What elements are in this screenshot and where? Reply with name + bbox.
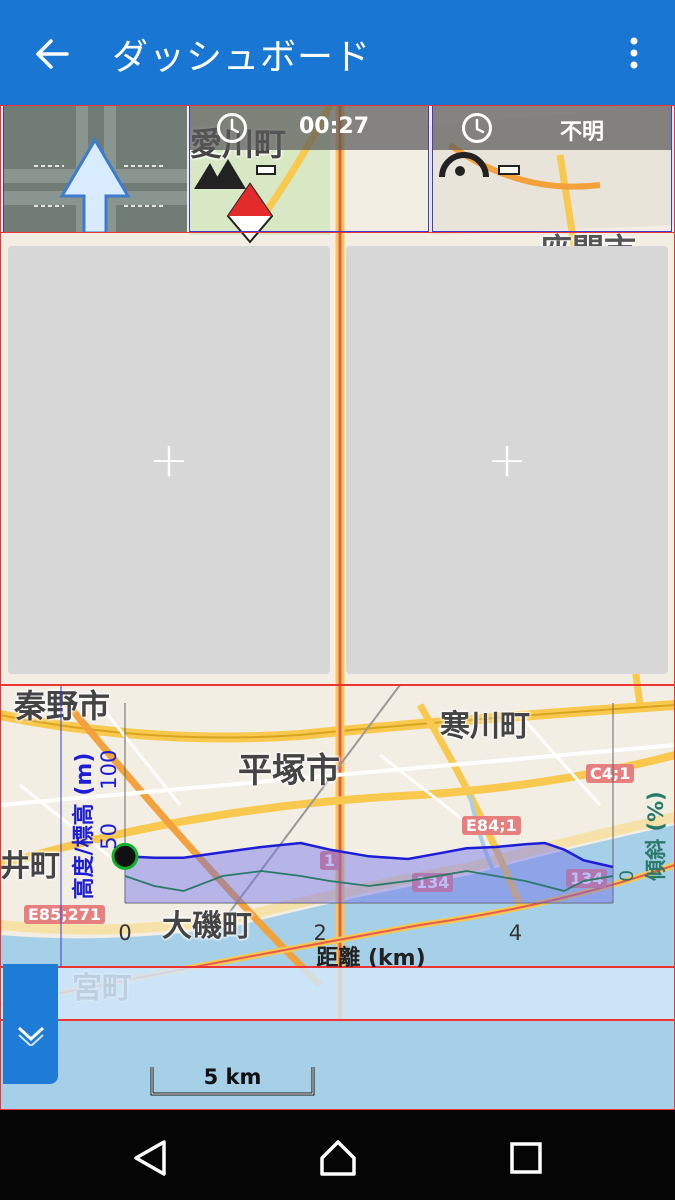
y-tick-label: 100 (97, 750, 121, 790)
time-widget-bar: 00:27 (190, 106, 428, 150)
arrow-back-icon (36, 39, 69, 69)
x-tick-label: 4 (509, 921, 522, 945)
y-tick-label: 50 (97, 823, 121, 850)
overflow-menu-button[interactable] (614, 28, 654, 78)
nav-home-button[interactable] (314, 1134, 362, 1182)
eta-widget-bar: 不明 (433, 106, 671, 150)
x-tick-label: 0 (118, 921, 131, 945)
eta-widget[interactable]: 不明 (432, 105, 672, 232)
plus-icon: + (486, 432, 528, 488)
elevation-chart-svg: 0 2 4 50 100 0 距離 (km) 高度/標高 (m) 傾斜 (%) (60, 686, 668, 968)
navigation-widget[interactable] (3, 105, 187, 235)
nav-back-button[interactable] (126, 1134, 174, 1182)
bottom-strip (0, 967, 675, 1020)
nav-recents-button[interactable] (502, 1134, 550, 1182)
x-axis-label: 距離 (km) (316, 945, 425, 968)
right-axis-label: 傾斜 (%) (644, 791, 668, 882)
more-vert-icon (630, 37, 638, 69)
chevron-down-icon (17, 1026, 45, 1046)
scale-bar: 5 km (150, 1063, 315, 1097)
map-bottom-area (0, 1020, 675, 1110)
elevation-area (125, 843, 613, 903)
nav-recents-icon (510, 1142, 542, 1174)
scale-label: 5 km (203, 1065, 262, 1089)
screen: 愛川町 座間市 秦野市 寒川町 平塚市 大磯町 宮町 井町 C4;1 E84;1… (0, 0, 675, 1200)
x-tick-label: 2 (314, 921, 327, 945)
add-widget-tile[interactable]: + (8, 246, 330, 674)
page-title: ダッシュボード (112, 37, 372, 78)
elevation-chart[interactable]: 0 2 4 50 100 0 距離 (km) 高度/標高 (m) 傾斜 (%) (0, 685, 675, 968)
nav-back-icon (134, 1140, 166, 1176)
nav-home-icon (320, 1140, 356, 1176)
y-axis-label: 高度/標高 (m) (71, 753, 97, 900)
app-bar: ダッシュボード (0, 0, 675, 105)
right-tick-label: 0 (616, 870, 638, 882)
plus-icon: + (148, 432, 190, 488)
system-nav-bar (0, 1110, 675, 1200)
time-widget[interactable]: 00:27 (189, 105, 429, 232)
collapse-button[interactable] (3, 964, 58, 1084)
eta-value: 不明 (559, 120, 604, 145)
add-widget-tile[interactable]: + (346, 246, 668, 674)
back-button[interactable] (28, 30, 76, 78)
straight-arrow-icon (4, 106, 187, 235)
time-value: 00:27 (298, 114, 370, 139)
